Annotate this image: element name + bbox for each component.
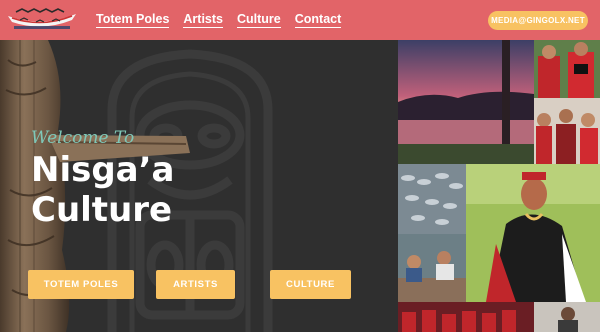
hero-section: Welcome To Nisga’a Culture TOTEM POLES A… xyxy=(0,40,398,332)
nav-contact[interactable]: Contact xyxy=(294,13,342,28)
gathering-photo xyxy=(398,234,466,302)
regalia-crowd-photo xyxy=(534,98,600,164)
main-nav: Totem Poles Artists Culture Contact xyxy=(96,13,342,28)
sunset-lake-photo xyxy=(398,40,534,164)
page-title: Nisga’a Culture xyxy=(31,150,175,230)
photo-collage xyxy=(398,40,600,332)
totem-poles-button[interactable]: TOTEM POLES xyxy=(28,270,134,299)
nav-culture[interactable]: Culture xyxy=(237,13,281,28)
culture-button[interactable]: CULTURE xyxy=(270,270,351,299)
fish-harvest-photo xyxy=(398,164,466,234)
dancers-photo xyxy=(534,40,600,98)
welcome-text: Welcome To xyxy=(31,128,135,148)
nav-artists[interactable]: Artists xyxy=(183,13,223,28)
event-photo-strip xyxy=(398,302,600,332)
email-contact-button[interactable]: MEDIA@GINGOLX.NET xyxy=(488,11,588,30)
nav-totem-poles[interactable]: Totem Poles xyxy=(96,13,170,28)
artists-button[interactable]: ARTISTS xyxy=(156,270,235,299)
site-header: Totem Poles Artists Culture Contact MEDI… xyxy=(0,0,600,40)
masked-dancer-photo xyxy=(466,164,600,302)
title-line-2: Culture xyxy=(31,190,173,230)
logo-canoe-icon[interactable] xyxy=(6,6,78,32)
title-line-1: Nisga’a xyxy=(31,150,175,190)
